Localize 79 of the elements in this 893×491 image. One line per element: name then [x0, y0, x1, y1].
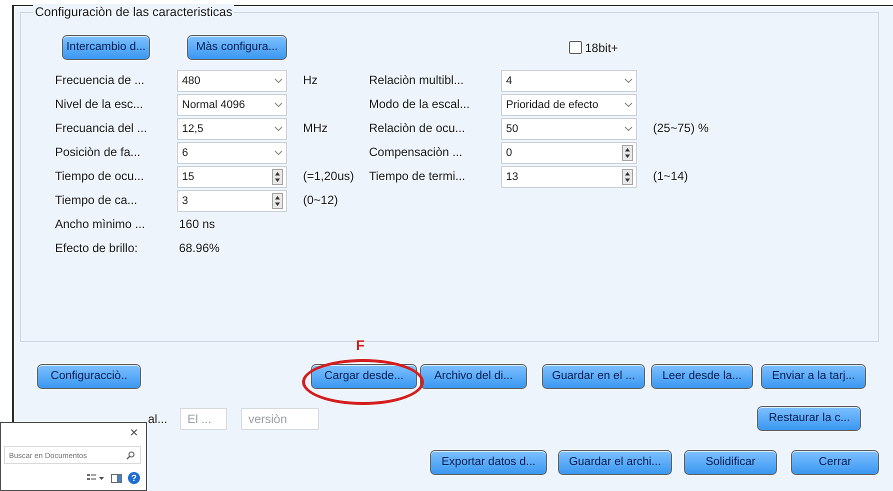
spin-field[interactable]: 13 — [501, 166, 637, 188]
field-label: Posiciòn de fa... — [55, 144, 142, 161]
field-label: Compensaciòn ... — [369, 144, 464, 161]
dropdown-field[interactable]: Prioridad de efecto — [501, 94, 637, 116]
preview-pane-icon[interactable] — [111, 474, 122, 482]
dropdown-field[interactable]: 6 — [177, 142, 287, 164]
chevron-icon — [274, 150, 283, 156]
info-field[interactable]: El ... — [180, 408, 228, 430]
chevron-icon — [624, 126, 633, 132]
dropdown-field[interactable]: 480 — [177, 70, 287, 92]
field-label: Relaciòn de ocu... — [369, 120, 466, 137]
field-label: Frecuencia de ... — [55, 72, 146, 89]
dropdown-field[interactable]: 50 — [501, 118, 637, 140]
button[interactable]: Restaurar la c... — [757, 406, 862, 431]
readout-value: 160 ns — [178, 216, 216, 233]
unit-label: (1~14) — [652, 168, 690, 185]
field-label: Relaciòn multibl... — [369, 72, 465, 89]
unit-label: (25~75) % — [652, 120, 710, 137]
dropdown-field[interactable]: Normal 4096 — [177, 94, 287, 116]
info-field[interactable]: versiòn — [241, 408, 320, 430]
unit-label: Hz — [302, 72, 319, 89]
field-value: 12,5 — [182, 122, 204, 137]
button[interactable]: Exportar datos d... — [430, 450, 547, 475]
chevron-icon — [274, 78, 283, 84]
readout-value: 68.96% — [178, 240, 221, 257]
chevron-icon — [624, 102, 633, 108]
button[interactable]: Màs configura... — [187, 35, 287, 60]
field-label: Tiempo de ocu... — [55, 168, 145, 185]
help-button[interactable]: ? — [128, 472, 140, 484]
unit-label: MHz — [302, 120, 329, 137]
button[interactable]: Guardar en el ... — [542, 364, 645, 389]
spinner-arrows-icon[interactable] — [622, 169, 633, 185]
info-label: al... — [148, 410, 168, 428]
button[interactable]: Leer desde la... — [651, 364, 753, 389]
spin-field[interactable]: 15 — [177, 166, 287, 188]
button[interactable]: Guardar el archi... — [558, 450, 672, 475]
field-label: Modo de la escal... — [369, 96, 471, 113]
field-value: 4 — [506, 74, 512, 89]
dropdown-field[interactable]: 4 — [501, 70, 637, 92]
field-value: 50 — [506, 122, 518, 137]
spinner-arrows-icon[interactable] — [622, 145, 633, 161]
field-value: Prioridad de efecto — [506, 98, 598, 113]
field-label: Tiempo de termi... — [369, 168, 466, 185]
field-value: 3 — [182, 194, 188, 209]
group-title: Configuraciòn de las caracteristicas — [33, 4, 234, 20]
close-button[interactable]: × — [130, 424, 138, 440]
chevron-icon — [624, 78, 633, 84]
view-options-icon[interactable] — [87, 474, 105, 482]
unit-label: (=1,20us) — [302, 168, 356, 185]
button[interactable]: Archivo del di... — [420, 364, 527, 389]
chevron-icon — [274, 126, 283, 132]
button[interactable]: Solidificar — [684, 450, 777, 475]
field-label: Tiempo de ca... — [55, 192, 138, 209]
field-value: 6 — [182, 146, 188, 161]
button[interactable]: Intercambio d... — [62, 35, 150, 60]
search-icon[interactable] — [126, 451, 135, 460]
checkbox-box[interactable] — [569, 41, 582, 54]
readout-label: Ancho mìnimo ... — [55, 216, 146, 233]
button[interactable]: Cerrar — [791, 450, 879, 475]
field-label: Nivel de la esc... — [55, 96, 144, 113]
spinner-arrows-icon[interactable] — [272, 193, 283, 209]
button[interactable]: Cargar desde... — [311, 364, 417, 389]
field-value: 13 — [506, 170, 518, 185]
button[interactable]: Configuracciò.. — [37, 364, 141, 389]
unit-label: (0~12) — [302, 192, 340, 209]
spinner-arrows-icon[interactable] — [272, 169, 283, 185]
dropdown-field[interactable]: 12,5 — [177, 118, 287, 140]
spin-field[interactable]: 3 — [177, 190, 287, 212]
spin-field[interactable]: 0 — [501, 142, 637, 164]
button[interactable]: Enviar a la tarj... — [761, 364, 866, 389]
field-label: Frecuancia del ... — [55, 120, 148, 137]
readout-label: Efecto de brillo: — [55, 240, 139, 257]
checkbox-label: 18bit+ — [585, 40, 618, 56]
chevron-icon — [274, 102, 283, 108]
field-value: Normal 4096 — [182, 98, 245, 113]
field-value: 15 — [182, 170, 194, 185]
field-value: 0 — [506, 146, 512, 161]
field-value: 480 — [182, 74, 200, 89]
annotation-label: F — [356, 336, 365, 355]
